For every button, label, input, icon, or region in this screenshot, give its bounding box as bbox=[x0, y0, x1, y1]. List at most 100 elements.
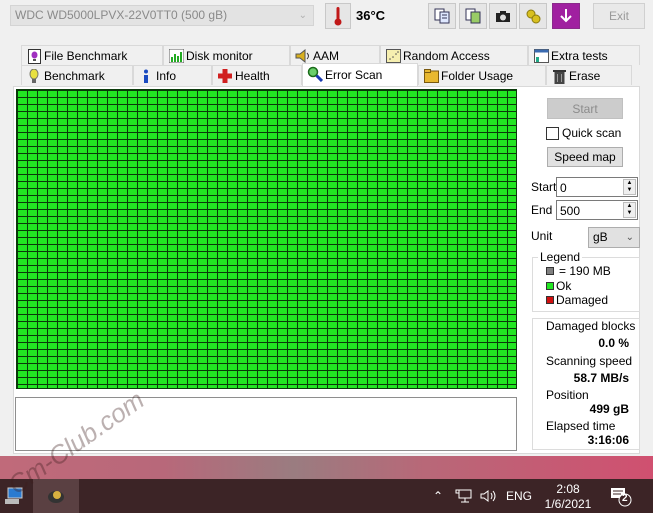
checkbox-box[interactable] bbox=[546, 126, 559, 140]
thermometer-icon bbox=[334, 7, 342, 26]
extra-tests-icon bbox=[533, 48, 549, 64]
quick-scan-label: Quick scan bbox=[562, 126, 622, 140]
network-icon bbox=[455, 489, 472, 503]
damaged-blocks-label: Damaged blocks bbox=[546, 319, 636, 333]
volume-button[interactable] bbox=[480, 479, 498, 513]
tab-label: Erase bbox=[569, 68, 601, 83]
clock[interactable]: 2:08 1/6/2021 bbox=[543, 482, 593, 512]
magnifier-icon bbox=[307, 66, 323, 82]
tab-label: File Benchmark bbox=[44, 48, 128, 63]
screenshot-button[interactable] bbox=[489, 3, 517, 29]
tab-aam[interactable]: AAM bbox=[290, 45, 380, 65]
end-spinbox[interactable]: 500 ▲ ▼ bbox=[556, 200, 638, 220]
language-indicator[interactable]: ENG bbox=[506, 479, 532, 513]
tab-error-scan[interactable]: Error Scan bbox=[302, 63, 418, 86]
bulb-icon bbox=[26, 68, 42, 84]
tab-erase[interactable]: Erase bbox=[546, 65, 632, 85]
clock-date: 1/6/2021 bbox=[544, 497, 592, 511]
drive-select[interactable]: WDC WD5000LPVX-22V0TT0 (500 gB) ⌄ bbox=[10, 5, 314, 26]
camera-icon bbox=[496, 11, 510, 22]
speed-map-button[interactable]: Speed map bbox=[547, 147, 623, 167]
show-hidden-icons-button[interactable]: ⌃ bbox=[433, 479, 443, 513]
temperature-readout: 36°C bbox=[356, 8, 386, 23]
quick-scan-checkbox[interactable]: Quick scan bbox=[546, 126, 621, 140]
tab-benchmark[interactable]: Benchmark bbox=[21, 65, 133, 85]
red-swatch-icon bbox=[546, 296, 554, 304]
tab-label: Info bbox=[156, 68, 177, 83]
speaker-icon bbox=[295, 48, 311, 64]
position-value: 499 gB bbox=[589, 402, 629, 416]
temperature-button[interactable] bbox=[325, 3, 351, 29]
legend-title: Legend bbox=[538, 250, 583, 264]
tab-file-benchmark[interactable]: File Benchmark bbox=[21, 45, 163, 65]
end-value: 500 bbox=[560, 204, 581, 218]
chevron-down-icon: ⌄ bbox=[298, 10, 307, 21]
legend-item-ok: Ok bbox=[546, 279, 571, 293]
tab-label: Random Access bbox=[403, 48, 490, 63]
options-button[interactable] bbox=[519, 3, 547, 29]
network-button[interactable] bbox=[455, 479, 473, 513]
spin-arrows-icon[interactable]: ▲ ▼ bbox=[623, 202, 636, 218]
action-center-button[interactable]: 2 bbox=[610, 485, 632, 507]
tab-label: Extra tests bbox=[551, 48, 608, 63]
taskbar-app-hdtune[interactable] bbox=[33, 479, 79, 513]
folder-icon bbox=[423, 68, 439, 84]
tab-label: Benchmark bbox=[44, 68, 105, 83]
tab-extra-tests[interactable]: Extra tests bbox=[528, 45, 640, 65]
tab-health[interactable]: Health bbox=[212, 65, 302, 85]
desktop-background bbox=[0, 456, 653, 479]
taskbar: ⌃ ENG 2:08 1/6/2021 2 bbox=[0, 479, 653, 513]
spin-arrows-icon[interactable]: ▲ ▼ bbox=[623, 179, 636, 195]
end-label: End bbox=[531, 203, 553, 217]
elapsed-time-label: Elapsed time bbox=[546, 419, 616, 433]
unit-value: gB bbox=[593, 230, 608, 244]
options-icon bbox=[526, 9, 541, 24]
download-icon bbox=[560, 9, 572, 23]
tab-disk-monitor[interactable]: Disk monitor bbox=[163, 45, 290, 65]
copy-text-button[interactable] bbox=[428, 3, 456, 29]
download-button[interactable] bbox=[552, 3, 580, 29]
computer-app-icon bbox=[5, 487, 23, 504]
health-cross-icon bbox=[217, 68, 233, 84]
scanning-speed-label: Scanning speed bbox=[546, 354, 633, 368]
disk-monitor-icon bbox=[168, 48, 184, 64]
copy-image-button[interactable] bbox=[459, 3, 487, 29]
exit-button[interactable]: Exit bbox=[593, 3, 645, 29]
tab-label: Disk monitor bbox=[186, 48, 253, 63]
info-icon bbox=[138, 68, 154, 84]
start-label: Start bbox=[531, 180, 557, 194]
speaker-volume-icon bbox=[480, 490, 496, 502]
scan-log-area bbox=[15, 397, 517, 451]
legend-item-damaged: Damaged bbox=[546, 293, 608, 307]
start-spinbox[interactable]: 0 ▲ ▼ bbox=[556, 177, 638, 197]
drive-select-value: WDC WD5000LPVX-22V0TT0 (500 gB) bbox=[15, 8, 228, 22]
copy-text-icon bbox=[434, 8, 450, 24]
legend-item-block-size: = 190 MB bbox=[546, 264, 611, 278]
gray-swatch-icon bbox=[546, 267, 554, 275]
tab-label: Error Scan bbox=[325, 68, 383, 82]
tab-label: Health bbox=[235, 68, 270, 83]
chevron-up-icon: ⌃ bbox=[433, 489, 444, 503]
unit-label: Unit bbox=[531, 229, 553, 243]
elapsed-time-value: 3:16:06 bbox=[587, 433, 629, 447]
chevron-down-icon: ⌄ bbox=[625, 232, 634, 243]
unit-select[interactable]: gB ⌄ bbox=[588, 227, 640, 248]
clock-time: 2:08 bbox=[556, 482, 580, 496]
start-button[interactable]: Start bbox=[547, 98, 623, 119]
notification-icon bbox=[611, 488, 632, 507]
damaged-blocks-value: 0.0 % bbox=[598, 336, 629, 350]
start-value: 0 bbox=[560, 181, 567, 195]
green-swatch-icon bbox=[546, 282, 554, 290]
tab-random-access[interactable]: Random Access bbox=[380, 45, 528, 65]
trash-icon bbox=[551, 68, 567, 84]
notification-count: 2 bbox=[622, 493, 628, 504]
scanning-speed-value: 58.7 MB/s bbox=[573, 371, 629, 385]
copy-image-icon bbox=[465, 8, 481, 24]
tab-bar: File Benchmark Disk monitor AAM Random A… bbox=[13, 44, 640, 87]
taskbar-app-computer[interactable] bbox=[0, 479, 28, 513]
position-label: Position bbox=[546, 388, 589, 402]
tab-info[interactable]: Info bbox=[133, 65, 212, 85]
tab-folder-usage[interactable]: Folder Usage bbox=[418, 65, 546, 85]
file-benchmark-icon bbox=[26, 48, 42, 64]
block-map-grid bbox=[16, 89, 517, 389]
